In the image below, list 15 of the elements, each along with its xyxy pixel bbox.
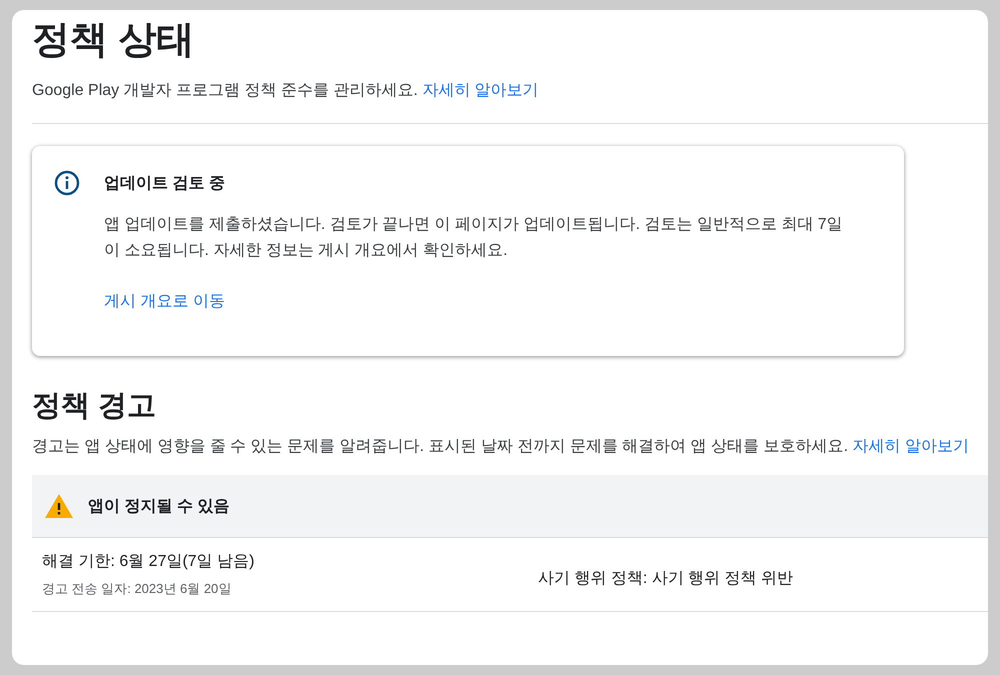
warning-icon [44,493,74,519]
notice-title: 업데이트 검토 중 [104,174,226,194]
learn-more-link[interactable]: 자세히 알아보기 [852,438,969,455]
sent-date-text: 경고 전송 일자: 2023년 6월 20일 [42,580,232,598]
page-title: 정책 상태 [32,18,196,63]
section-title: 정책 경고 [32,389,158,424]
warning-title: 앱이 정지될 수 있음 [88,496,230,516]
learn-more-link[interactable]: 자세히 알아보기 [422,82,539,99]
publishing-overview-link[interactable]: 게시 개요로 이동 [104,291,225,312]
policy-text: 사기 행위 정책: 사기 행위 정책 위반 [538,569,794,589]
deadline-text: 해결 기한: 6월 27일(7일 남음) [42,552,256,572]
page-description: Google Play 개발자 프로그램 정책 준수를 관리하세요. 자세히 알아보기 [32,81,540,101]
section-description: 경고는 앱 상태에 영향을 줄 수 있는 문제를 알려줍니다. 표시된 날짜 전까지 문제를 해결하여 앱 상태를 보호하세요. 자세히 알아보기 [32,437,970,457]
notice-message: 앱 업데이트를 제출하셨습니다. 검토가 끝나면 이 페이지가 업데이트됩니다. 검토는 일반적으로 최대 7일이 소요됩니다. 자세한 정보는 게시 개요에서 확인하세요. [104,215,844,261]
info-icon [54,170,80,196]
